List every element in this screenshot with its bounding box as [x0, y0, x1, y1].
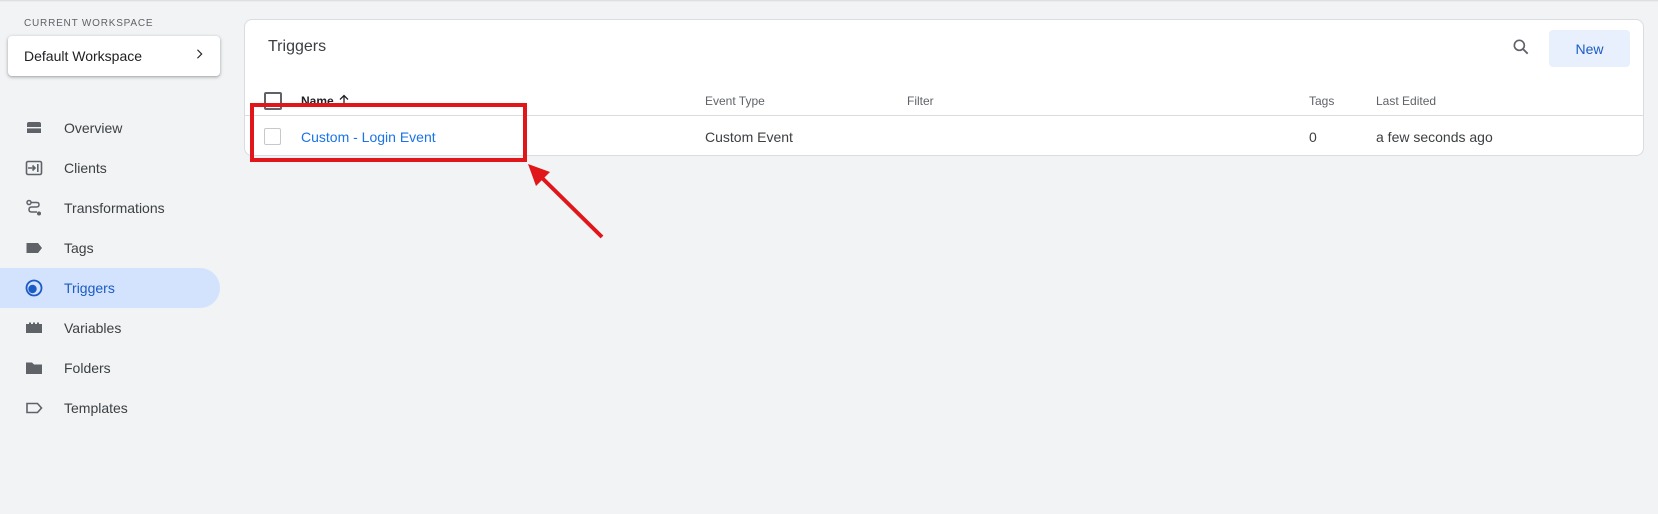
clients-icon — [24, 158, 44, 178]
sidebar-item-triggers[interactable]: Triggers — [0, 268, 220, 308]
overview-icon — [24, 118, 44, 138]
sidebar-item-label: Folders — [64, 360, 111, 376]
sidebar-item-label: Templates — [64, 400, 128, 416]
sidebar-item-label: Variables — [64, 320, 122, 336]
transformations-icon — [24, 198, 44, 218]
chevron-right-icon — [192, 47, 206, 66]
workspace-name: Default Workspace — [24, 48, 143, 64]
sidebar: CURRENT WORKSPACE Default Workspace Over… — [0, 0, 228, 514]
sidebar-nav: Overview Clients Transformations Tags Tr… — [0, 108, 220, 428]
sidebar-item-label: Clients — [64, 160, 107, 176]
page-title: Triggers — [268, 38, 327, 55]
sidebar-item-label: Overview — [64, 120, 123, 136]
sidebar-item-folders[interactable]: Folders — [0, 348, 220, 388]
folder-icon — [24, 358, 44, 378]
column-header-tags[interactable]: Tags — [1309, 86, 1334, 116]
sidebar-item-overview[interactable]: Overview — [0, 108, 220, 148]
sidebar-item-templates[interactable]: Templates — [0, 388, 220, 428]
column-header-name[interactable]: Name — [301, 86, 350, 116]
triggers-card: Triggers New Name Event Type Filter Tags… — [244, 19, 1644, 156]
triggers-icon — [24, 278, 44, 298]
sidebar-item-clients[interactable]: Clients — [0, 148, 220, 188]
workspace-label: CURRENT WORKSPACE — [24, 18, 154, 29]
tag-icon — [24, 238, 44, 258]
row-checkbox[interactable] — [264, 128, 281, 145]
table-row: Custom - Login Event Custom Event 0 a fe… — [245, 117, 1643, 156]
annotation-arrow-icon — [528, 164, 604, 239]
trigger-tags-count: 0 — [1309, 128, 1317, 145]
column-header-label: Name — [301, 94, 334, 108]
column-header-last-edited[interactable]: Last Edited — [1376, 86, 1436, 116]
top-edge-shadow — [0, 0, 1658, 2]
sidebar-item-variables[interactable]: Variables — [0, 308, 220, 348]
sidebar-item-tags[interactable]: Tags — [0, 228, 220, 268]
table-header: Name Event Type Filter Tags Last Edited — [245, 86, 1643, 116]
trigger-name-link[interactable]: Custom - Login Event — [301, 117, 436, 156]
column-header-filter[interactable]: Filter — [907, 86, 934, 116]
select-all-checkbox-wrap — [264, 86, 282, 116]
sort-ascending-icon — [334, 94, 350, 109]
search-button[interactable] — [1507, 35, 1535, 63]
search-icon — [1511, 37, 1531, 62]
trigger-last-edited: a few seconds ago — [1376, 128, 1493, 145]
select-all-checkbox[interactable] — [264, 92, 282, 110]
variables-icon — [24, 318, 44, 338]
trigger-event-type: Custom Event — [705, 128, 793, 145]
row-checkbox-wrap — [264, 117, 281, 156]
sidebar-item-label: Tags — [64, 240, 94, 256]
sidebar-item-transformations[interactable]: Transformations — [0, 188, 220, 228]
workspace-selector[interactable]: Default Workspace — [8, 36, 220, 76]
column-header-event-type[interactable]: Event Type — [705, 86, 765, 116]
templates-icon — [24, 398, 44, 418]
sidebar-item-label: Transformations — [64, 200, 165, 216]
new-trigger-button[interactable]: New — [1549, 30, 1630, 67]
sidebar-item-label: Triggers — [64, 280, 115, 296]
